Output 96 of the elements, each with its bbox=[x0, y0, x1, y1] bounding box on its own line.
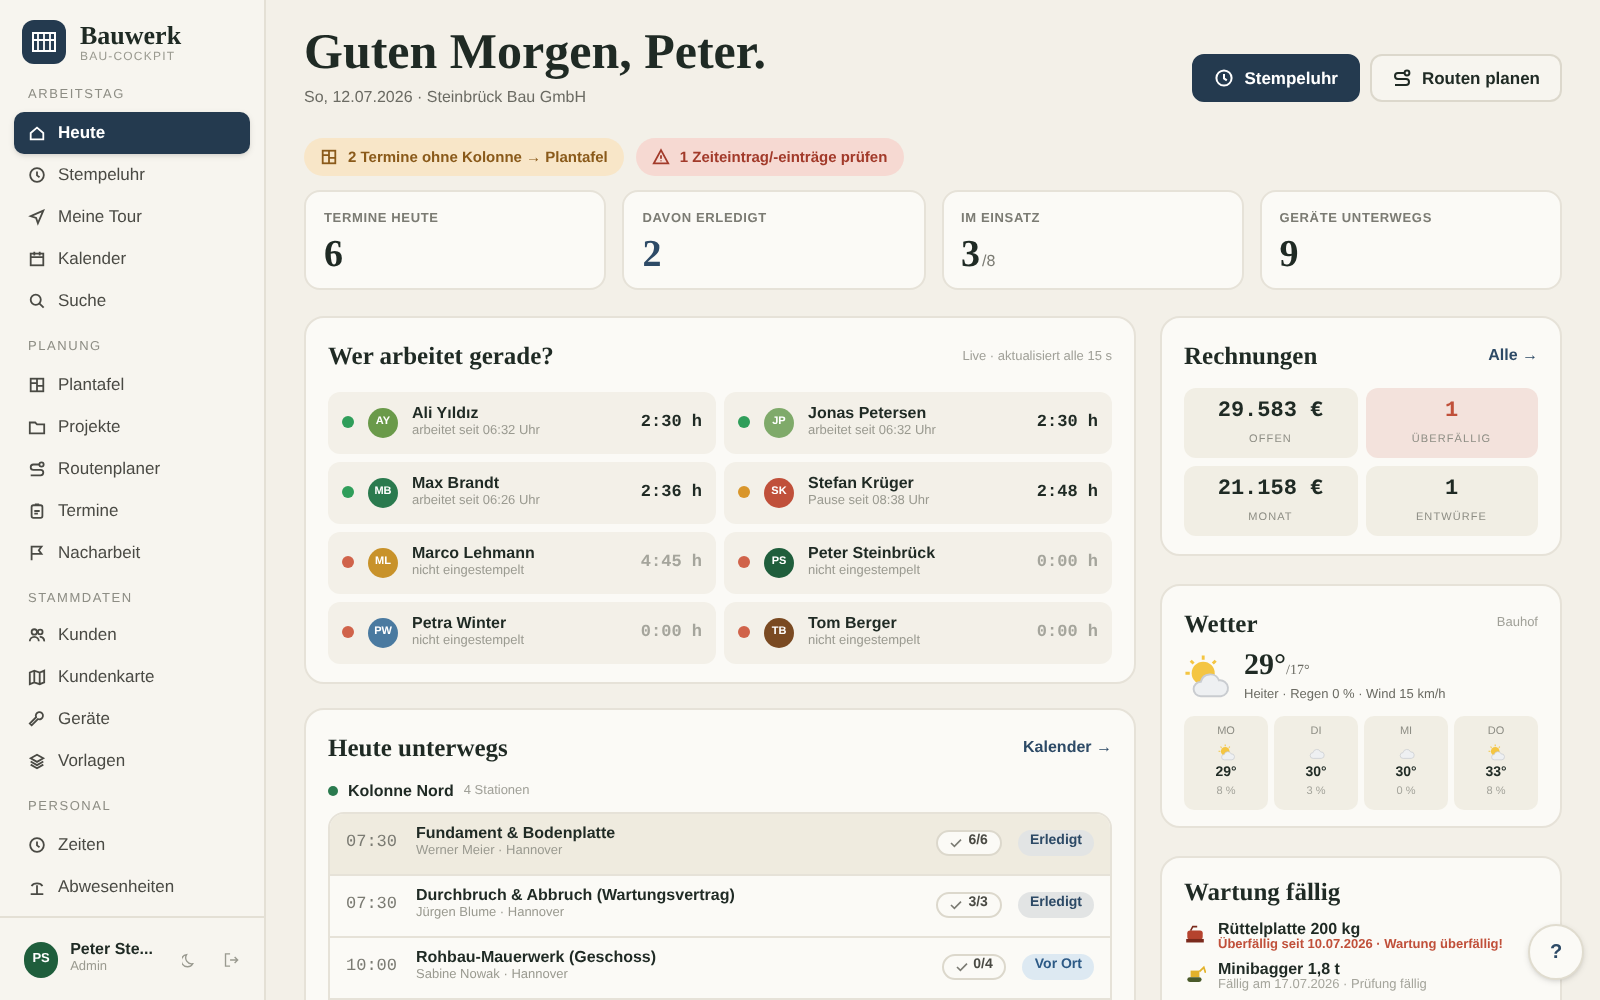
route-icon bbox=[1391, 68, 1412, 88]
job-title: Durchbruch & Abbruch (Wartungsvertrag) bbox=[416, 886, 737, 906]
invoice-value: 1 bbox=[1444, 398, 1459, 429]
worker-name: Stefan Krüger bbox=[808, 474, 916, 494]
worker-name: Peter Steinbrück bbox=[808, 544, 938, 564]
card-title: Wer arbeitet gerade? bbox=[328, 340, 554, 374]
greeting-title: Guten Morgen, Peter. bbox=[304, 24, 766, 84]
brand-name: Bauwerk bbox=[80, 21, 182, 47]
sidebar-item[interactable]: Geräte bbox=[14, 698, 250, 741]
home-icon bbox=[28, 123, 46, 142]
sidebar-item[interactable]: Kundenkarte bbox=[14, 656, 250, 699]
users-icon bbox=[28, 626, 46, 645]
crew-name: Kolonne Nord bbox=[348, 779, 454, 803]
excavator-icon bbox=[1184, 963, 1206, 986]
sun-cloud-icon bbox=[1217, 743, 1235, 761]
check-icon bbox=[955, 962, 968, 972]
temperature: 29° bbox=[1244, 651, 1286, 681]
worked-time: 2:48 h bbox=[1036, 479, 1098, 506]
card-title: Wetter bbox=[1184, 607, 1258, 642]
cloud-icon bbox=[1397, 743, 1415, 761]
card-title: Rechnungen bbox=[1184, 340, 1318, 374]
clock-icon bbox=[1214, 68, 1235, 88]
sun-cloud-icon bbox=[1487, 743, 1505, 761]
calendar-link[interactable]: Kalender → bbox=[1023, 736, 1112, 761]
calendar-icon bbox=[28, 249, 46, 268]
sidebar-item[interactable]: Plantafel bbox=[14, 363, 250, 405]
sidebar-item[interactable]: Stempeluhr bbox=[14, 153, 250, 196]
route-icon bbox=[28, 459, 46, 477]
equipment-name: Rüttelplatte 200 kg bbox=[1218, 920, 1363, 938]
sidebar-item[interactable]: Zeiten bbox=[14, 824, 250, 866]
card-title: Heute unterwegs bbox=[328, 731, 508, 766]
sidebar-item[interactable]: Kunden bbox=[14, 614, 250, 657]
moon-icon[interactable] bbox=[181, 951, 197, 967]
sidebar-item[interactable]: Routenplaner bbox=[14, 447, 250, 489]
sidebar-item[interactable]: Vorlagen bbox=[14, 740, 250, 783]
date-company-text: So, 12.07.2026 · Steinbrück Bau GmbH bbox=[304, 86, 588, 110]
worked-time: 0:00 h bbox=[1036, 619, 1098, 646]
worker-name: Marco Lehmann bbox=[412, 544, 537, 564]
invoice-value: 29.583 € bbox=[1217, 398, 1324, 429]
sidebar-item[interactable]: Kalender bbox=[14, 237, 250, 280]
flag-icon bbox=[28, 543, 46, 561]
check-icon bbox=[950, 838, 963, 848]
logo-icon bbox=[22, 20, 66, 64]
sidebar-item[interactable]: Projekte bbox=[14, 405, 250, 447]
check-icon bbox=[950, 900, 963, 910]
worker-name: Max Brandt bbox=[412, 474, 502, 494]
start-time: 10:00 bbox=[346, 954, 400, 980]
worker-name: Ali Yıldız bbox=[412, 404, 481, 424]
sidebar-item[interactable]: Heute bbox=[14, 111, 250, 154]
sidebar-item[interactable]: Termine bbox=[14, 489, 250, 531]
equipment-name: Minibagger 1,8 t bbox=[1218, 959, 1342, 978]
start-time: 07:30 bbox=[346, 892, 400, 918]
stat-value: 3 bbox=[961, 235, 980, 274]
card-title: Wartung fällig bbox=[1184, 876, 1343, 911]
worked-time: 2:36 h bbox=[640, 479, 702, 506]
sun-cloud-icon bbox=[1184, 653, 1232, 702]
invoice-value: 1 bbox=[1444, 476, 1459, 507]
all-invoices-link[interactable]: Alle → bbox=[1488, 344, 1538, 369]
worker-name: Jonas Petersen bbox=[808, 404, 929, 424]
stat-value: 2 bbox=[642, 235, 662, 274]
sidebar-item[interactable]: Suche bbox=[14, 279, 250, 322]
worked-time: 2:30 h bbox=[640, 409, 702, 436]
map-icon bbox=[28, 668, 46, 687]
cloud-icon bbox=[1307, 743, 1325, 761]
job-title: Rohbau-Mauerwerk (Geschoss) bbox=[416, 948, 659, 968]
stat-value: 6 bbox=[324, 235, 343, 274]
clock-icon bbox=[28, 165, 46, 184]
worked-time: 2:30 h bbox=[1036, 409, 1098, 436]
sidebar-item[interactable]: Abwesenheiten bbox=[14, 866, 250, 908]
warning-icon bbox=[651, 148, 670, 166]
board-icon bbox=[28, 375, 46, 393]
plan-routes-button[interactable]: Routen planen bbox=[1369, 54, 1562, 102]
logout-icon[interactable] bbox=[224, 951, 241, 967]
clipboard-icon bbox=[28, 501, 46, 519]
sidebar-item[interactable]: Nacharbeit bbox=[14, 531, 250, 573]
help-button[interactable]: ? bbox=[1528, 924, 1584, 980]
invoice-value: 21.158 € bbox=[1217, 476, 1324, 507]
worker-name: Petra Winter bbox=[412, 614, 509, 634]
clock-icon bbox=[28, 836, 46, 854]
navigation-icon bbox=[28, 207, 46, 226]
board-icon bbox=[320, 148, 338, 166]
worked-time: 0:00 h bbox=[1036, 549, 1098, 576]
user-name: Peter Ste... bbox=[70, 940, 154, 960]
worked-time: 4:45 h bbox=[640, 549, 702, 576]
layers-icon bbox=[28, 752, 46, 771]
worked-time: 0:00 h bbox=[640, 619, 702, 646]
start-time: 07:30 bbox=[346, 830, 400, 856]
folder-icon bbox=[28, 417, 46, 435]
job-title: Fundament & Bodenplatte bbox=[416, 824, 618, 844]
stat-suffix: /8 bbox=[982, 249, 996, 274]
clock-button[interactable]: Stempeluhr bbox=[1192, 54, 1360, 102]
stat-value: 9 bbox=[1279, 235, 1299, 274]
sidebar-item[interactable]: Meine Tour bbox=[14, 195, 250, 238]
compactor-icon bbox=[1184, 924, 1206, 946]
worker-name: Tom Berger bbox=[808, 614, 899, 634]
search-icon bbox=[28, 291, 46, 310]
